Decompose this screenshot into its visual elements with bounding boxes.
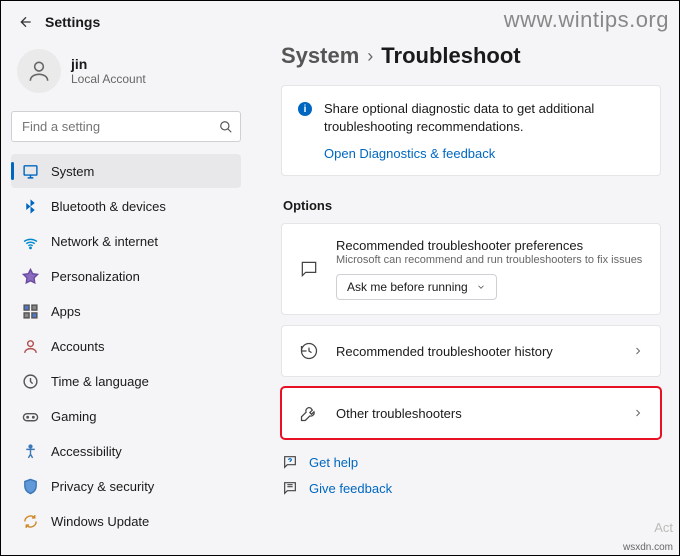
prefs-title: Recommended troubleshooter preferences bbox=[336, 238, 644, 253]
sidebar-item-accessibility[interactable]: Accessibility bbox=[11, 434, 241, 468]
sidebar-item-update[interactable]: Windows Update bbox=[11, 504, 241, 538]
sidebar-item-system[interactable]: System bbox=[11, 154, 241, 188]
prefs-dropdown[interactable]: Ask me before running bbox=[336, 274, 497, 300]
feedback-label: Give feedback bbox=[309, 481, 392, 496]
prefs-subtitle: Microsoft can recommend and run troubles… bbox=[336, 254, 644, 266]
diagnostic-info-card: i Share optional diagnostic data to get … bbox=[281, 85, 661, 176]
app-title: Settings bbox=[45, 14, 100, 30]
wrench-icon bbox=[298, 402, 320, 424]
search-icon bbox=[219, 120, 233, 134]
time-icon bbox=[21, 372, 39, 390]
sidebar-item-label: System bbox=[51, 164, 94, 179]
sidebar-item-label: Privacy & security bbox=[51, 479, 154, 494]
sidebar-item-accounts[interactable]: Accounts bbox=[11, 329, 241, 363]
accessibility-icon bbox=[21, 442, 39, 460]
accounts-icon bbox=[21, 337, 39, 355]
sidebar: jin Local Account System Bluetooth & dev… bbox=[1, 39, 251, 553]
chevron-right-icon bbox=[632, 345, 644, 357]
activation-text: Act bbox=[654, 520, 673, 535]
sidebar-item-apps[interactable]: Apps bbox=[11, 294, 241, 328]
breadcrumb-current: Troubleshoot bbox=[381, 43, 520, 69]
sidebar-item-label: Accessibility bbox=[51, 444, 122, 459]
sidebar-item-gaming[interactable]: Gaming bbox=[11, 399, 241, 433]
apps-icon bbox=[21, 302, 39, 320]
sidebar-item-label: Accounts bbox=[51, 339, 104, 354]
sidebar-item-label: Bluetooth & devices bbox=[51, 199, 166, 214]
user-account-type: Local Account bbox=[71, 72, 146, 86]
sidebar-item-privacy[interactable]: Privacy & security bbox=[11, 469, 241, 503]
give-feedback-link[interactable]: Give feedback bbox=[281, 479, 661, 497]
history-icon bbox=[298, 340, 320, 362]
feedback-icon bbox=[281, 479, 299, 497]
sidebar-item-time[interactable]: Time & language bbox=[11, 364, 241, 398]
open-diagnostics-link[interactable]: Open Diagnostics & feedback bbox=[324, 146, 644, 161]
history-title: Recommended troubleshooter history bbox=[336, 344, 616, 359]
sidebar-item-bluetooth[interactable]: Bluetooth & devices bbox=[11, 189, 241, 223]
user-block[interactable]: jin Local Account bbox=[11, 45, 241, 103]
personalization-icon bbox=[21, 267, 39, 285]
help-icon bbox=[281, 453, 299, 471]
other-title: Other troubleshooters bbox=[336, 406, 616, 421]
other-troubleshooters-row[interactable]: Other troubleshooters bbox=[281, 387, 661, 439]
troubleshooter-prefs-card[interactable]: Recommended troubleshooter preferences M… bbox=[281, 223, 661, 315]
troubleshooter-history-row[interactable]: Recommended troubleshooter history bbox=[281, 325, 661, 377]
dropdown-label: Ask me before running bbox=[347, 280, 468, 294]
sidebar-item-personalization[interactable]: Personalization bbox=[11, 259, 241, 293]
search-input[interactable] bbox=[11, 111, 241, 142]
chat-icon bbox=[298, 258, 320, 280]
network-icon bbox=[21, 232, 39, 250]
info-text: Share optional diagnostic data to get ad… bbox=[324, 100, 644, 136]
breadcrumb: System › Troubleshoot bbox=[281, 43, 661, 69]
sidebar-item-label: Time & language bbox=[51, 374, 149, 389]
update-icon bbox=[21, 512, 39, 530]
sidebar-item-label: Apps bbox=[51, 304, 81, 319]
system-icon bbox=[21, 162, 39, 180]
sidebar-item-label: Network & internet bbox=[51, 234, 158, 249]
options-heading: Options bbox=[283, 198, 661, 213]
sidebar-item-network[interactable]: Network & internet bbox=[11, 224, 241, 258]
info-icon: i bbox=[298, 102, 312, 116]
help-label: Get help bbox=[309, 455, 358, 470]
privacy-icon bbox=[21, 477, 39, 495]
gaming-icon bbox=[21, 407, 39, 425]
get-help-link[interactable]: Get help bbox=[281, 453, 661, 471]
source-text: wsxdn.com bbox=[623, 542, 673, 553]
content-area: System › Troubleshoot i Share optional d… bbox=[251, 39, 679, 553]
breadcrumb-parent[interactable]: System bbox=[281, 43, 359, 69]
sidebar-item-label: Personalization bbox=[51, 269, 140, 284]
chevron-down-icon bbox=[476, 282, 486, 292]
user-name: jin bbox=[71, 56, 146, 72]
avatar bbox=[17, 49, 61, 93]
chevron-right-icon bbox=[632, 407, 644, 419]
chevron-right-icon: › bbox=[367, 46, 373, 67]
sidebar-item-label: Gaming bbox=[51, 409, 97, 424]
bluetooth-icon bbox=[21, 197, 39, 215]
sidebar-item-label: Windows Update bbox=[51, 514, 149, 529]
back-button[interactable] bbox=[17, 13, 35, 31]
